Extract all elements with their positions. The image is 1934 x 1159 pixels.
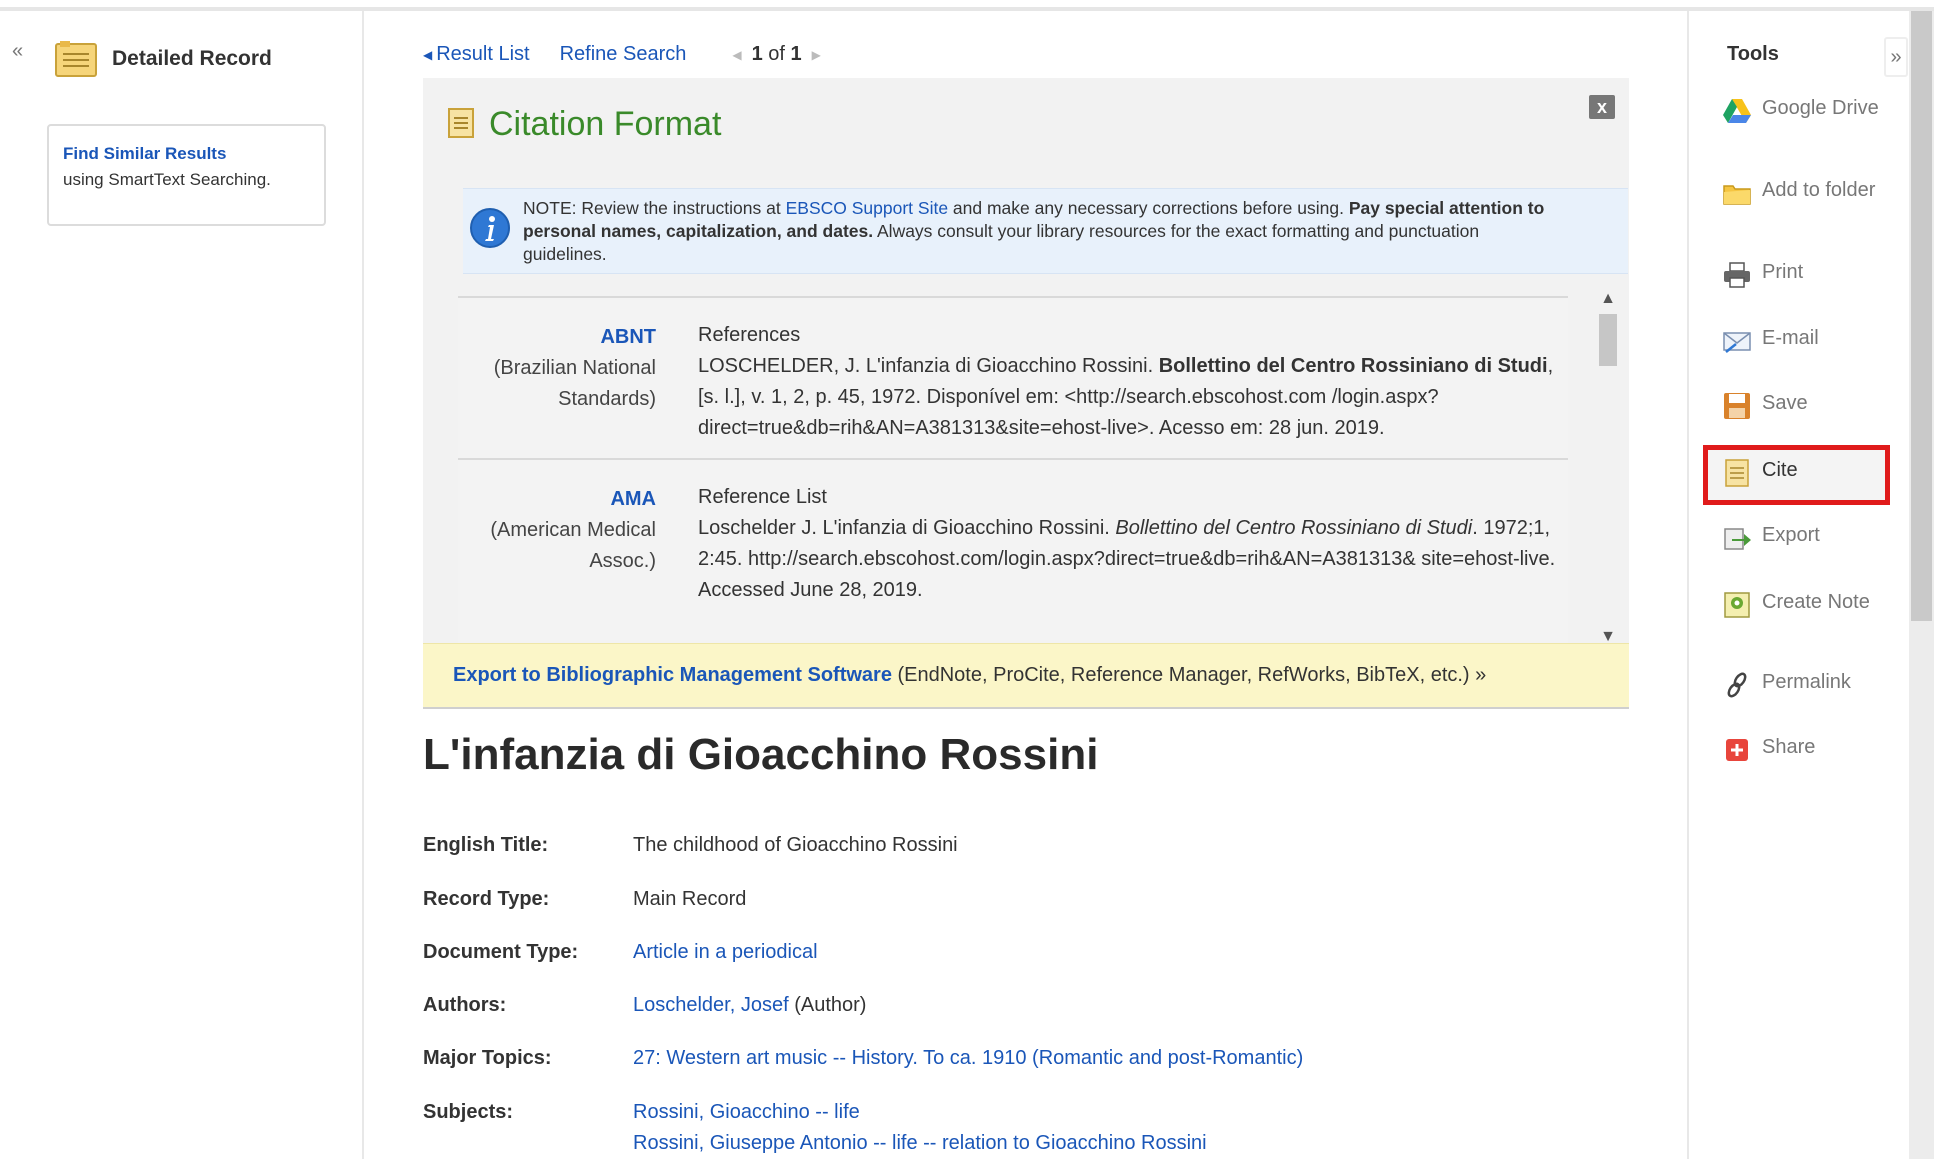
share-icon [1726,739,1748,761]
tool-print[interactable]: Print [1722,260,1892,290]
detailed-record-header: Detailed Record [54,40,272,78]
scroll-thumb[interactable] [1599,314,1617,366]
subject-link[interactable]: Rossini, Giuseppe Antonio -- life -- rel… [633,1128,1623,1159]
note-text: NOTE: Review the instructions at EBSCO S… [523,198,1545,264]
tool-google-drive[interactable]: Google Drive [1722,96,1892,126]
abnt-link[interactable]: ABNT [458,322,656,353]
document-icon [55,41,97,77]
find-similar-link[interactable]: Find Similar Results [63,144,310,164]
result-navigation: ◀ Result List Refine Search ◀ 1 of 1 ▶ [423,43,831,66]
detailed-record-label: Detailed Record [112,47,272,70]
tool-create-note[interactable]: Create Note [1722,590,1892,620]
export-bar: Export to Bibliographic Management Softw… [423,643,1629,707]
ebsco-support-link[interactable]: EBSCO Support Site [786,198,948,218]
prev-page-icon[interactable]: ◀ [732,48,741,62]
tool-add-to-folder[interactable]: Add to folder [1722,178,1892,208]
email-icon [1723,332,1751,353]
info-icon [470,208,510,248]
tool-permalink[interactable]: Permalink [1722,670,1892,700]
document-type-link[interactable]: Article in a periodical [633,941,818,963]
citation-format-title: Citation Format [489,105,722,143]
tools-title: Tools [1727,43,1779,65]
citation-format-panel: Citation Format x NOTE: Review the instr… [423,78,1629,709]
tool-share[interactable]: Share [1722,735,1892,765]
refine-search-link[interactable]: Refine Search [560,43,687,66]
result-list-link[interactable]: Result List [436,43,529,66]
subject-link[interactable]: Rossini, Gioacchino -- life [633,1097,1623,1128]
author-link[interactable]: Loschelder, Josef [633,994,789,1016]
page-scroll-thumb[interactable] [1911,11,1932,621]
citation-text: References LOSCHELDER, J. L'infanzia di … [698,324,1554,439]
collapse-right-button[interactable]: » [1884,37,1908,77]
record-title: L'infanzia di Gioacchino Rossini [423,730,1099,779]
major-topic-link[interactable]: 27: Western art music -- History. To ca.… [633,1047,1303,1069]
scroll-up-icon[interactable]: ▲ [1594,290,1622,308]
citation-style-label: ABNT (Brazilian National Standards) [458,322,656,415]
folder-icon [1723,185,1751,205]
cite-icon [1725,459,1749,487]
link-icon [1727,672,1747,698]
collapse-left-button[interactable]: « [12,40,23,63]
page-indicator: 1 of 1 [751,43,802,65]
tool-cite[interactable]: Cite [1722,458,1892,488]
export-icon [1724,528,1751,550]
citation-scrollbar[interactable]: ▲ ▼ [1594,290,1622,646]
ama-link[interactable]: AMA [458,484,656,515]
close-icon[interactable]: x [1589,95,1615,119]
citation-entry-abnt: ABNT (Brazilian National Standards) Refe… [458,296,1568,458]
export-formats: (EndNote, ProCite, Reference Manager, Re… [891,664,1487,686]
find-similar-box: Find Similar Results using SmartText Sea… [47,124,326,226]
google-drive-icon [1723,99,1751,123]
citation-text: Reference List Loschelder J. L'infanzia … [698,486,1556,601]
citation-list[interactable]: ABNT (Brazilian National Standards) Refe… [458,296,1578,646]
page-scrollbar[interactable] [1909,11,1934,1159]
tool-export[interactable]: Export [1722,523,1892,553]
tool-email[interactable]: E-mail [1722,326,1892,356]
find-similar-sub: using SmartText Searching. [63,170,271,189]
save-icon [1724,393,1750,419]
note-icon [1724,592,1750,618]
next-page-icon[interactable]: ▶ [812,48,821,62]
printer-icon [1724,262,1750,288]
citation-style-label: AMA (American Medical Assoc.) [458,484,656,577]
citation-note: NOTE: Review the instructions at EBSCO S… [463,188,1628,274]
back-arrow-icon: ◀ [423,47,433,62]
cite-icon [448,108,474,138]
tool-save[interactable]: Save [1722,391,1892,421]
citation-entry-ama: AMA (American Medical Assoc.) Reference … [458,458,1568,646]
export-bibliographic-link[interactable]: Export to Bibliographic Management Softw… [453,664,892,686]
